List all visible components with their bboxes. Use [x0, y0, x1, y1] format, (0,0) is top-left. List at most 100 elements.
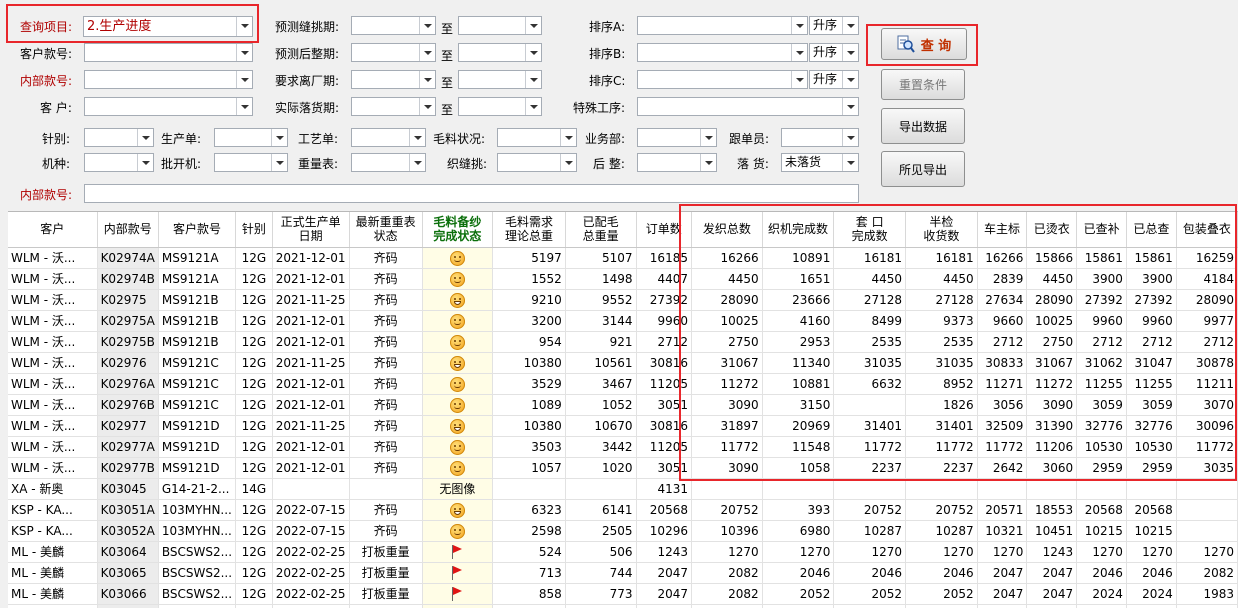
chevron-down-icon[interactable]: [236, 98, 252, 115]
table-row[interactable]: WLM - 沃... K02977A MS9121D 12G 2021-12-01 齐码 3…: [8, 436, 1238, 458]
chevron-down-icon[interactable]: [791, 71, 807, 88]
drop-select[interactable]: 未落货: [781, 153, 859, 172]
table-row[interactable]: WLM - 沃... K02976B MS9121C 12G 2021-12-01 齐码 1…: [8, 394, 1238, 416]
column-header[interactable]: 已烫衣: [1026, 212, 1078, 248]
table-row[interactable]: WLM - 沃... K02975A MS9121B 12G 2021-12-01 齐码 3…: [8, 310, 1238, 332]
sales-dept-select[interactable]: [637, 128, 717, 147]
chevron-down-icon[interactable]: [236, 44, 252, 61]
actual-drop-to-select[interactable]: [458, 97, 542, 116]
chevron-down-icon[interactable]: [842, 17, 858, 34]
column-header[interactable]: 车主标: [977, 212, 1028, 248]
export-visible-button[interactable]: 所见导出: [881, 151, 965, 187]
internal-style-input[interactable]: [84, 184, 859, 203]
column-header[interactable]: 发织总数: [691, 212, 763, 248]
cust-style-select[interactable]: [84, 43, 253, 62]
table-row[interactable]: KSP - KA... K03052A 103MYHN... 12G 2022-07-1…: [8, 520, 1238, 542]
table-row[interactable]: WLM - 沃... K02975B MS9121B 12G 2021-12-01 齐码 9…: [8, 331, 1238, 353]
column-header[interactable]: 织机完成数: [762, 212, 835, 248]
table-row[interactable]: ML - 美麟 K03066 BSCSWS2... 12G 2022-02-25 打板重量…: [8, 583, 1238, 605]
finish-select[interactable]: [637, 153, 717, 172]
query-button[interactable]: 查 询: [881, 28, 967, 60]
chevron-down-icon[interactable]: [700, 154, 716, 171]
table-row[interactable]: WLM - 沃... K02974A MS9121A 12G 2021-12-01 齐码 5…: [8, 247, 1238, 269]
chevron-down-icon[interactable]: [842, 44, 858, 61]
chevron-down-icon[interactable]: [409, 154, 425, 171]
process-select[interactable]: [351, 128, 426, 147]
weigh-select[interactable]: [351, 153, 426, 172]
chevron-down-icon[interactable]: [842, 71, 858, 88]
table-row[interactable]: WLM - 沃... K02976 MS9121C 12G 2021-11-25 齐码 10…: [8, 352, 1238, 374]
table-row[interactable]: WLM - 沃... K02975 MS9121B 12G 2021-11-25 齐码 92…: [8, 289, 1238, 311]
special-process-select[interactable]: [637, 97, 859, 116]
pred-sew-to-select[interactable]: [458, 16, 542, 35]
table-row[interactable]: KSP - KA... K03051A 103MYHN... 12G 2022-07-1…: [8, 499, 1238, 521]
export-button[interactable]: 导出数据: [881, 108, 965, 144]
table-row[interactable]: ML - 美麟 K03065 BSCSWS2... 12G 2022-02-25 打板重量…: [8, 562, 1238, 584]
chevron-down-icon[interactable]: [791, 17, 807, 34]
column-header[interactable]: 最新重重表 状态: [349, 212, 423, 248]
progress-table[interactable]: 客户 内部款号 客户款号 针别 正式生产单 日期 最新重重表 状态 毛料备纱 完成状态 毛料需求 理论…: [8, 211, 1238, 608]
column-header[interactable]: 正式生产单 日期: [272, 212, 350, 248]
yarn-status-select[interactable]: [497, 128, 577, 147]
follower-select[interactable]: [781, 128, 859, 147]
prod-order-select[interactable]: [214, 128, 288, 147]
chevron-down-icon[interactable]: [419, 71, 435, 88]
chevron-down-icon[interactable]: [271, 154, 287, 171]
chevron-down-icon[interactable]: [560, 129, 576, 146]
pred-sew-from-select[interactable]: [351, 16, 436, 35]
column-header[interactable]: 毛料需求 理论总重: [492, 212, 566, 248]
chevron-down-icon[interactable]: [271, 129, 287, 146]
machine-select[interactable]: [84, 153, 154, 172]
actual-drop-from-select[interactable]: [351, 97, 436, 116]
column-header[interactable]: 已查补: [1076, 212, 1127, 248]
sort-b-order-select[interactable]: 升序: [809, 43, 859, 62]
chevron-down-icon[interactable]: [791, 44, 807, 61]
internal-style-select[interactable]: [84, 70, 253, 89]
req-leave-from-select[interactable]: [351, 70, 436, 89]
column-header[interactable]: 客户款号: [158, 212, 237, 248]
column-header[interactable]: 包装叠衣: [1176, 212, 1238, 248]
sort-c-order-select[interactable]: 升序: [809, 70, 859, 89]
gauge-select[interactable]: [84, 128, 154, 147]
chevron-down-icon[interactable]: [525, 98, 541, 115]
chevron-down-icon[interactable]: [700, 129, 716, 146]
chevron-down-icon[interactable]: [842, 98, 858, 115]
table-row[interactable]: ML - 美麟 K03064 BSCSWS2... 12G 2022-02-25 打板重量…: [8, 541, 1238, 563]
sort-a-select[interactable]: [637, 16, 808, 35]
column-header[interactable]: 内部款号: [97, 212, 159, 248]
table-row[interactable]: WLM - 沃... K02977B MS9121D 12G 2021-12-01 齐码 1…: [8, 457, 1238, 479]
chevron-down-icon[interactable]: [236, 71, 252, 88]
batch-select[interactable]: [214, 153, 288, 172]
pred-finish-from-select[interactable]: [351, 43, 436, 62]
chevron-down-icon[interactable]: [409, 129, 425, 146]
query-item-select[interactable]: 2.生产进度: [83, 16, 253, 37]
table-row[interactable]: WLM - 沃... K02976A MS9121C 12G 2021-12-01 齐码 3…: [8, 373, 1238, 395]
chevron-down-icon[interactable]: [842, 154, 858, 171]
table-row[interactable]: WLM - 沃... K02974B MS9121A 12G 2021-12-01 齐码 1…: [8, 268, 1238, 290]
column-header[interactable]: 已总查: [1126, 212, 1177, 248]
column-header[interactable]: 套 口完成数: [833, 212, 906, 248]
chevron-down-icon[interactable]: [419, 98, 435, 115]
sew-select[interactable]: [497, 153, 577, 172]
chevron-down-icon[interactable]: [525, 44, 541, 61]
reset-button[interactable]: 重置条件: [881, 69, 965, 100]
customer-select[interactable]: [84, 97, 253, 116]
chevron-down-icon[interactable]: [137, 129, 153, 146]
column-header[interactable]: 客户: [8, 212, 98, 248]
sort-a-order-select[interactable]: 升序: [809, 16, 859, 35]
table-row[interactable]: [8, 604, 1238, 608]
sort-b-select[interactable]: [637, 43, 808, 62]
chevron-down-icon[interactable]: [419, 44, 435, 61]
pred-finish-to-select[interactable]: [458, 43, 542, 62]
chevron-down-icon[interactable]: [525, 71, 541, 88]
chevron-down-icon[interactable]: [236, 17, 252, 36]
req-leave-to-select[interactable]: [458, 70, 542, 89]
column-header[interactable]: 订单数: [636, 212, 692, 248]
table-row[interactable]: XA - 新奥 K03045 G14-21-2... 14G 无图像 4131: [8, 478, 1238, 500]
sort-c-select[interactable]: [637, 70, 808, 89]
column-header[interactable]: 毛料备纱 完成状态: [422, 212, 494, 248]
column-header[interactable]: 已配毛 总重量: [565, 212, 637, 248]
column-header[interactable]: 半检 收货数: [905, 212, 978, 248]
chevron-down-icon[interactable]: [419, 17, 435, 34]
chevron-down-icon[interactable]: [560, 154, 576, 171]
